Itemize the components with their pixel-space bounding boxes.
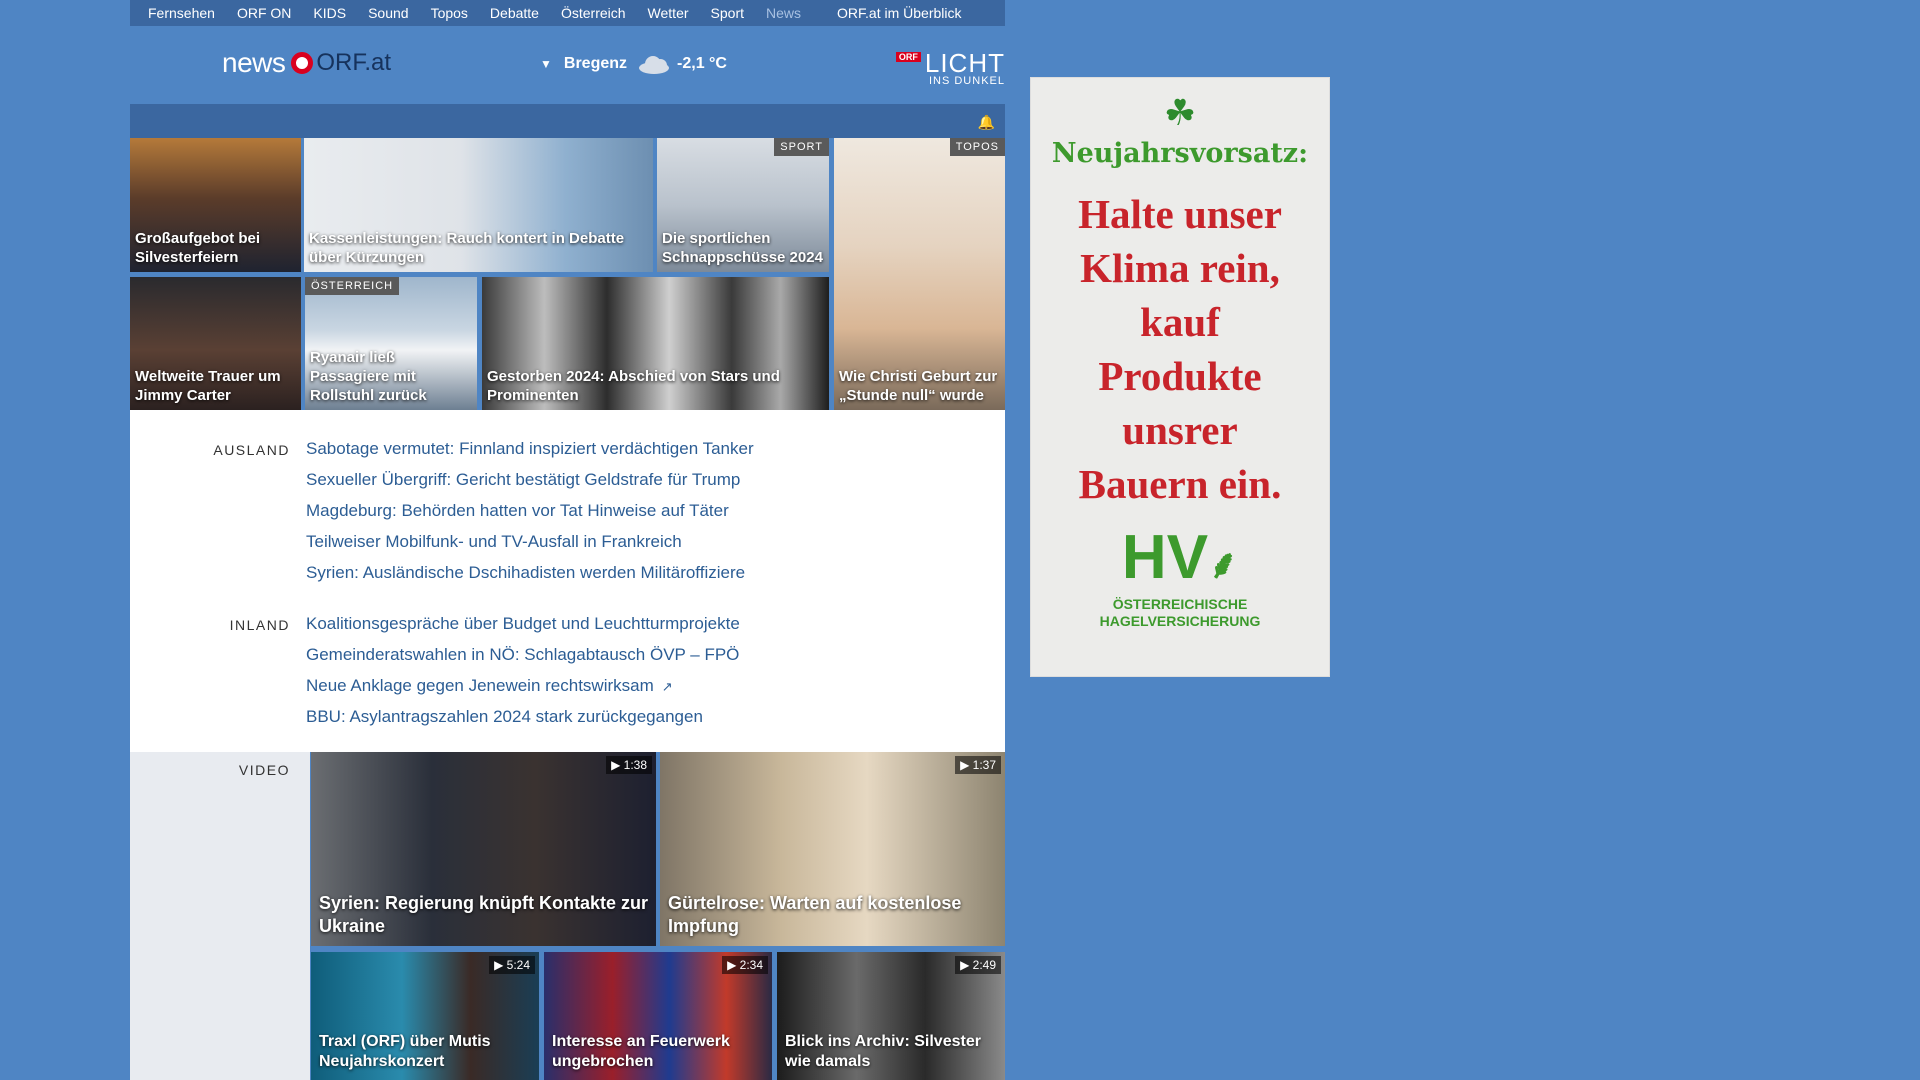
teaser-tile[interactable]: SPORT Die sportlichen Schnappschüsse 202… xyxy=(657,138,829,272)
teaser-caption: Weltweite Trauer um Jimmy Carter xyxy=(135,368,281,404)
teaser-caption: Wie Christi Geburt zur „Stunde null“ wur… xyxy=(839,368,998,404)
nav-item-kids[interactable]: KIDS xyxy=(313,5,346,21)
nav-item-wetter[interactable]: Wetter xyxy=(648,5,689,21)
ad-brand-logo: HV⸙ xyxy=(1121,523,1239,592)
headline-text: Neue Anklage gegen Jenewein rechtswirksa… xyxy=(306,676,654,695)
nav-item-news[interactable]: News xyxy=(766,5,801,21)
play-icon: ▶ xyxy=(611,758,624,772)
headline-link[interactable]: Sabotage vermutet: Finnland inspiziert v… xyxy=(306,439,754,459)
section-label-ausland: AUSLAND xyxy=(213,442,290,458)
weather-city: Bregenz xyxy=(563,55,628,72)
category-tag: SPORT xyxy=(774,138,829,156)
teaser-caption: Gestorben 2024: Abschied von Stars und P… xyxy=(487,368,780,404)
orf-ring-icon xyxy=(291,52,314,74)
ad-line: Bauern ein. xyxy=(1078,461,1282,507)
play-icon: ▶ xyxy=(494,958,507,972)
video-tile[interactable]: ▶ 1:37 Gürtelrose: Warten auf kostenlose… xyxy=(660,752,1005,946)
video-duration: ▶ 2:34 xyxy=(722,956,768,974)
section-label-video: VIDEO xyxy=(238,762,290,778)
headline-link[interactable]: Koalitionsgespräche über Budget und Leuc… xyxy=(306,614,740,634)
wheat-icon: ⸙ xyxy=(1208,543,1239,587)
nav-item-sound[interactable]: Sound xyxy=(368,5,408,21)
teaser-caption: Ryanair ließ Passagiere mit Rollstuhl zu… xyxy=(310,349,427,404)
weather-widget[interactable]: ▼ Bregenz -2,1 °C xyxy=(540,54,727,74)
ad-message: Halte unser Klima rein, kauf Produkte un… xyxy=(1031,187,1329,511)
video-caption: Syrien: Regierung knüpft Kontakte zur Uk… xyxy=(319,893,649,936)
logo-orf-text: ORF.at xyxy=(316,49,392,76)
teaser-tile[interactable]: Gestorben 2024: Abschied von Stars und P… xyxy=(482,277,829,410)
headline-link[interactable]: Sexueller Übergriff: Gericht bestätigt G… xyxy=(306,470,740,490)
teaser-caption: Kassenleistungen: Rauch kontert in Debat… xyxy=(309,230,625,266)
video-tile[interactable]: ▶ 5:24 Traxl (ORF) über Mutis Neujahrsko… xyxy=(311,952,539,1080)
teaser-tile[interactable]: TOPOS Wie Christi Geburt zur „Stunde nul… xyxy=(834,138,1005,410)
video-caption: Interesse an Feuerwerk ungebrochen xyxy=(552,1033,730,1070)
play-icon: ▶ xyxy=(960,958,973,972)
news-list: AUSLAND Sabotage vermutet: Finnland insp… xyxy=(130,410,1005,752)
teaser-tile[interactable]: Kassenleistungen: Rauch kontert in Debat… xyxy=(304,138,653,272)
headline-link[interactable]: Syrien: Ausländische Dschihadisten werde… xyxy=(306,563,745,583)
logo-news-text: news xyxy=(222,47,286,78)
nav-item-orf-on[interactable]: ORF ON xyxy=(237,5,291,21)
triangle-down-icon: ▼ xyxy=(540,57,552,71)
headline-link[interactable]: Neue Anklage gegen Jenewein rechtswirksa… xyxy=(306,676,673,696)
video-duration: ▶ 2:49 xyxy=(955,956,1001,974)
headline-link[interactable]: BBU: Asylantragszahlen 2024 stark zurück… xyxy=(306,707,703,727)
ad-brand-name-2: HAGELVERSICHERUNG xyxy=(1099,613,1261,629)
orf-badge: ORF xyxy=(895,52,921,62)
section-label-inland: INLAND xyxy=(229,617,290,633)
category-tag: ÖSTERREICH xyxy=(305,277,400,295)
video-caption: Traxl (ORF) über Mutis Neujahrskonzert xyxy=(319,1033,491,1070)
teaser-caption: Großaufgebot bei Silvesterfeiern xyxy=(135,230,260,266)
nav-item-oesterreich[interactable]: Österreich xyxy=(561,5,626,21)
video-duration: ▶ 1:37 xyxy=(955,756,1001,774)
teaser-tile[interactable]: Großaufgebot bei Silvesterfeiern xyxy=(130,138,301,272)
weather-temperature: -2,1 °C xyxy=(677,55,727,72)
ad-brand-name-1: ÖSTERREICHISCHE xyxy=(1112,596,1248,612)
teaser-tile[interactable]: Weltweite Trauer um Jimmy Carter xyxy=(130,277,301,410)
video-duration: ▶ 5:24 xyxy=(489,956,535,974)
teaser-caption: Die sportlichen Schnappschüsse 2024 xyxy=(662,230,823,266)
nav-item-overview[interactable]: ORF.at im Überblick xyxy=(837,5,961,21)
ad-line: Halte unser xyxy=(1078,191,1282,237)
video-tile[interactable]: ▶ 2:34 Interesse an Feuerwerk ungebroche… xyxy=(544,952,772,1080)
video-tile[interactable]: ▶ 2:49 Blick ins Archiv: Silvester wie d… xyxy=(777,952,1005,1080)
play-icon: ▶ xyxy=(727,958,740,972)
nav-item-topos[interactable]: Topos xyxy=(431,5,468,21)
section-bar: 🔔 xyxy=(130,104,1005,138)
video-caption: Gürtelrose: Warten auf kostenlose Impfun… xyxy=(668,893,962,936)
ad-line: unsrer xyxy=(1122,407,1238,453)
video-caption: Blick ins Archiv: Silvester wie damals xyxy=(785,1033,981,1070)
advertisement-banner[interactable]: ☘ Neujahrsvorsatz: Halte unser Klima rei… xyxy=(1030,77,1330,677)
news-orf-logo[interactable]: news ORF.at xyxy=(222,47,391,79)
ad-line: Produkte xyxy=(1098,353,1262,399)
nav-item-sport[interactable]: Sport xyxy=(711,5,744,21)
top-navigation: Fernsehen ORF ON KIDS Sound Topos Debatt… xyxy=(130,0,1005,26)
cloud-icon xyxy=(637,54,671,74)
bell-icon[interactable]: 🔔 xyxy=(978,114,995,131)
licht-title: LICHT xyxy=(924,48,1005,78)
masthead: news ORF.at ▼ Bregenz -2,1 °C ORF LICHT I… xyxy=(130,26,1005,104)
headline-link[interactable]: Teilweiser Mobilfunk- und TV-Ausfall in … xyxy=(306,532,682,552)
nav-item-debatte[interactable]: Debatte xyxy=(490,5,539,21)
external-link-icon: ↗ xyxy=(661,679,673,694)
headline-link[interactable]: Gemeinderatswahlen in NÖ: Schlagabtausch… xyxy=(306,645,739,665)
ad-kicker: Neujahrsvorsatz: xyxy=(1051,138,1309,169)
shamrock-icon: ☘ xyxy=(1163,92,1197,133)
headline-link[interactable]: Magdeburg: Behörden hatten vor Tat Hinwe… xyxy=(306,501,729,521)
play-icon: ▶ xyxy=(960,758,973,772)
ad-line: Klima rein, xyxy=(1080,245,1280,291)
video-duration: ▶ 1:38 xyxy=(606,756,652,774)
video-tile[interactable]: ▶ 1:38 Syrien: Regierung knüpft Kontakte… xyxy=(311,752,656,946)
licht-ins-dunkel-logo[interactable]: ORF LICHT INS DUNKEL xyxy=(895,48,1005,87)
video-sidebar: VIDEO xyxy=(130,752,310,1080)
category-tag: TOPOS xyxy=(949,138,1005,156)
ad-line: kauf xyxy=(1140,299,1220,345)
nav-item-fernsehen[interactable]: Fernsehen xyxy=(148,5,215,21)
teaser-tile[interactable]: ÖSTERREICH Ryanair ließ Passagiere mit R… xyxy=(305,277,477,410)
